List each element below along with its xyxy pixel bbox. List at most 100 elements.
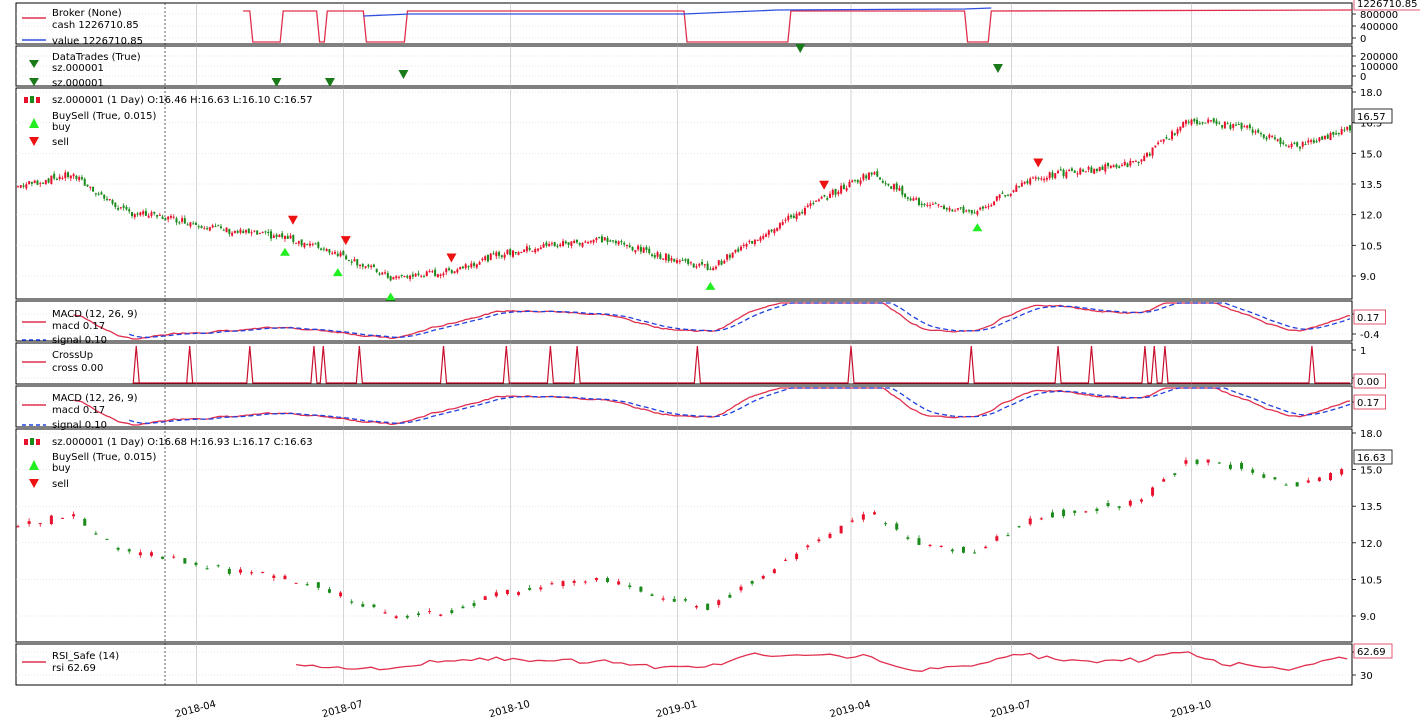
candle	[425, 271, 428, 277]
candle	[575, 239, 578, 243]
candle	[706, 603, 710, 610]
candle	[261, 231, 264, 233]
candle	[1037, 177, 1040, 179]
candle	[587, 242, 590, 244]
macd2-frame	[15, 385, 1353, 428]
macd2-signal-line	[129, 387, 1351, 424]
candle	[1254, 131, 1257, 133]
candle	[528, 247, 531, 250]
candle	[94, 193, 97, 195]
candle	[1109, 165, 1112, 168]
candle	[915, 198, 918, 200]
macd1-signal-label: signal 0.10	[52, 335, 107, 346]
candle	[467, 266, 470, 268]
candle	[1246, 125, 1249, 128]
candle	[19, 185, 22, 188]
broker-title: Broker (None)	[52, 8, 122, 19]
candle	[353, 259, 356, 262]
candle	[1162, 479, 1166, 482]
rsi-value: 62.69	[1357, 647, 1386, 658]
candle	[765, 234, 768, 237]
candle	[998, 194, 1001, 199]
candle	[1082, 169, 1085, 172]
candle	[1240, 462, 1244, 469]
candle	[149, 552, 153, 556]
candle	[589, 240, 592, 243]
macd1-frame	[15, 300, 1353, 342]
x-tick-label: 2018-10	[488, 699, 531, 720]
candle	[278, 234, 281, 238]
sell-marker	[287, 215, 298, 225]
candle	[42, 182, 45, 184]
candle	[1143, 156, 1146, 161]
candle	[350, 261, 353, 263]
candle	[128, 209, 131, 212]
candle	[662, 258, 665, 260]
candle	[328, 249, 331, 253]
candle	[976, 211, 979, 215]
candle	[1117, 506, 1121, 508]
candle	[1101, 166, 1104, 170]
candle	[861, 514, 865, 520]
candle	[83, 178, 86, 186]
candle	[317, 242, 320, 248]
price2-buy-label: buy	[52, 463, 71, 474]
candle	[995, 536, 999, 541]
candle	[531, 250, 534, 252]
rsi-legend: RSI_Safe (14) rsi 62.69	[22, 651, 119, 674]
price2-y-tick: 10.5	[1360, 575, 1382, 586]
candle	[189, 222, 192, 227]
candle	[937, 204, 940, 206]
candle	[940, 205, 943, 207]
candle	[965, 210, 968, 212]
candle	[701, 261, 704, 265]
candle	[192, 223, 195, 225]
candle	[787, 215, 790, 221]
candle	[553, 242, 556, 247]
candle	[776, 227, 779, 231]
price1-y-tick: 13.5	[1360, 180, 1382, 191]
candle	[1173, 133, 1176, 135]
candle	[792, 215, 795, 219]
cross-legend: CrossUp cross 0.00	[22, 350, 103, 374]
price2-legend: sz.000001 (1 Day) O:16.68 H:16.93 L:16.1…	[24, 437, 313, 490]
candle	[169, 215, 172, 218]
candle	[434, 269, 437, 277]
candle	[406, 275, 409, 278]
candle	[153, 211, 156, 214]
candle	[1106, 503, 1110, 507]
candle	[511, 250, 514, 257]
candle	[892, 184, 895, 190]
candle	[1346, 126, 1349, 130]
candle	[509, 249, 512, 255]
candle	[69, 175, 72, 179]
candle	[695, 606, 699, 608]
candle	[542, 244, 545, 248]
candle	[64, 172, 67, 179]
candle	[1296, 142, 1299, 147]
candle	[183, 218, 186, 224]
candle	[503, 254, 506, 258]
candle	[1165, 137, 1168, 139]
candle	[826, 198, 829, 200]
candle	[592, 239, 595, 243]
candle	[1173, 473, 1177, 475]
candle	[225, 227, 228, 233]
candle	[1026, 180, 1029, 184]
candle	[890, 186, 893, 189]
candle	[283, 235, 286, 240]
candle	[856, 179, 859, 183]
candle	[573, 240, 576, 243]
candle	[1273, 137, 1276, 140]
candle	[80, 177, 83, 180]
candle	[1001, 192, 1004, 194]
candle	[250, 232, 253, 234]
candle	[72, 174, 75, 177]
macd2-signal-label: signal 0.10	[52, 420, 107, 431]
candle	[731, 252, 734, 258]
candle	[428, 611, 432, 613]
candle	[131, 212, 134, 217]
candle	[1307, 140, 1310, 143]
candle	[759, 237, 762, 241]
candle	[400, 275, 403, 277]
